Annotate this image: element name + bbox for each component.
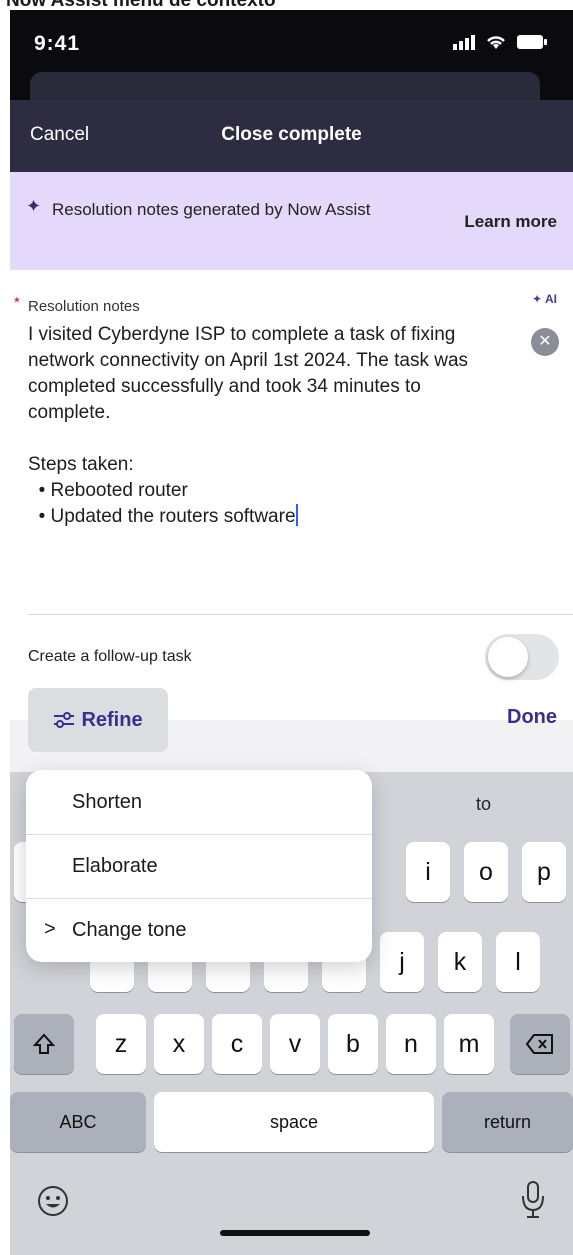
resolution-form: * Resolution notes ✦ AI I visited Cyberd… bbox=[10, 270, 573, 720]
menu-item-change-tone[interactable]: > Change tone bbox=[26, 898, 372, 962]
resolution-notes-text: I visited Cyberdyne ISP to complete a ta… bbox=[28, 324, 469, 527]
menu-item-label: Elaborate bbox=[72, 855, 158, 877]
refine-button[interactable]: Refine bbox=[28, 688, 168, 752]
close-icon: ✕ bbox=[538, 333, 552, 350]
learn-more-link[interactable]: Learn more bbox=[464, 212, 557, 232]
return-key[interactable]: return bbox=[442, 1092, 573, 1152]
key-n[interactable]: n bbox=[386, 1014, 436, 1074]
status-bar: 9:41 bbox=[10, 10, 573, 112]
toggle-knob bbox=[488, 637, 528, 677]
emoji-icon[interactable] bbox=[36, 1184, 70, 1223]
shift-icon bbox=[32, 1033, 56, 1054]
assist-toolbar: Refine Done bbox=[10, 688, 573, 772]
home-indicator bbox=[220, 1230, 370, 1236]
key-j[interactable]: j bbox=[380, 932, 424, 992]
backspace-icon bbox=[525, 1034, 553, 1054]
suggestion-word[interactable]: to bbox=[476, 794, 491, 815]
resolution-notes-textarea[interactable]: I visited Cyberdyne ISP to complete a ta… bbox=[28, 322, 498, 530]
modal-header: Cancel Close complete bbox=[10, 100, 573, 172]
resolution-notes-label: Resolution notes bbox=[28, 298, 140, 315]
microphone-icon[interactable] bbox=[520, 1180, 546, 1225]
cellular-signal-icon bbox=[453, 35, 475, 50]
key-m[interactable]: m bbox=[444, 1014, 494, 1074]
done-button[interactable]: Done bbox=[507, 706, 557, 729]
key-o[interactable]: o bbox=[464, 842, 508, 902]
status-time: 9:41 bbox=[34, 32, 81, 55]
followup-task-toggle[interactable] bbox=[485, 634, 559, 680]
sliders-icon bbox=[54, 712, 75, 728]
key-b[interactable]: b bbox=[328, 1014, 378, 1074]
key-c[interactable]: c bbox=[212, 1014, 262, 1074]
chevron-right-icon: > bbox=[44, 918, 56, 940]
key-k[interactable]: k bbox=[438, 932, 482, 992]
key-i[interactable]: i bbox=[406, 842, 450, 902]
menu-item-elaborate[interactable]: Elaborate bbox=[26, 834, 372, 898]
field-divider bbox=[28, 614, 573, 615]
wifi-icon bbox=[487, 36, 505, 49]
abc-key[interactable]: ABC bbox=[10, 1092, 146, 1152]
text-cursor bbox=[295, 504, 298, 526]
battery-icon bbox=[517, 35, 547, 49]
now-assist-banner: ✦ Resolution notes generated by Now Assi… bbox=[10, 172, 573, 270]
menu-item-label: Shorten bbox=[72, 790, 143, 813]
delete-key[interactable] bbox=[510, 1014, 570, 1074]
space-key[interactable]: space bbox=[154, 1092, 434, 1152]
banner-text: Resolution notes generated by Now Assist bbox=[52, 200, 371, 219]
menu-item-label: Change tone bbox=[72, 919, 187, 941]
status-icons bbox=[453, 34, 547, 50]
key-x[interactable]: x bbox=[154, 1014, 204, 1074]
key-l[interactable]: l bbox=[496, 932, 540, 992]
ai-sparkle-icon: ✦ bbox=[532, 292, 543, 306]
menu-item-shorten[interactable]: Shorten bbox=[26, 770, 372, 834]
key-v[interactable]: v bbox=[270, 1014, 320, 1074]
clear-text-button[interactable]: ✕ bbox=[531, 328, 559, 356]
key-p[interactable]: p bbox=[522, 842, 566, 902]
sparkle-icon: ✦ bbox=[26, 196, 42, 216]
refine-menu: Shorten Elaborate > Change tone bbox=[26, 770, 372, 962]
followup-task-label: Create a follow-up task bbox=[28, 648, 192, 665]
cancel-button[interactable]: Cancel bbox=[30, 124, 89, 146]
key-z[interactable]: z bbox=[96, 1014, 146, 1074]
ai-badge-label: AI bbox=[545, 292, 557, 306]
required-indicator: * bbox=[14, 294, 20, 311]
phone-screen: 9:41 Cancel Close complete ✦ Resolution … bbox=[10, 10, 573, 1255]
modal-title: Close complete bbox=[221, 124, 362, 145]
refine-label: Refine bbox=[81, 708, 143, 731]
ai-badge: ✦ AI bbox=[532, 292, 557, 306]
shift-key[interactable] bbox=[14, 1014, 74, 1074]
